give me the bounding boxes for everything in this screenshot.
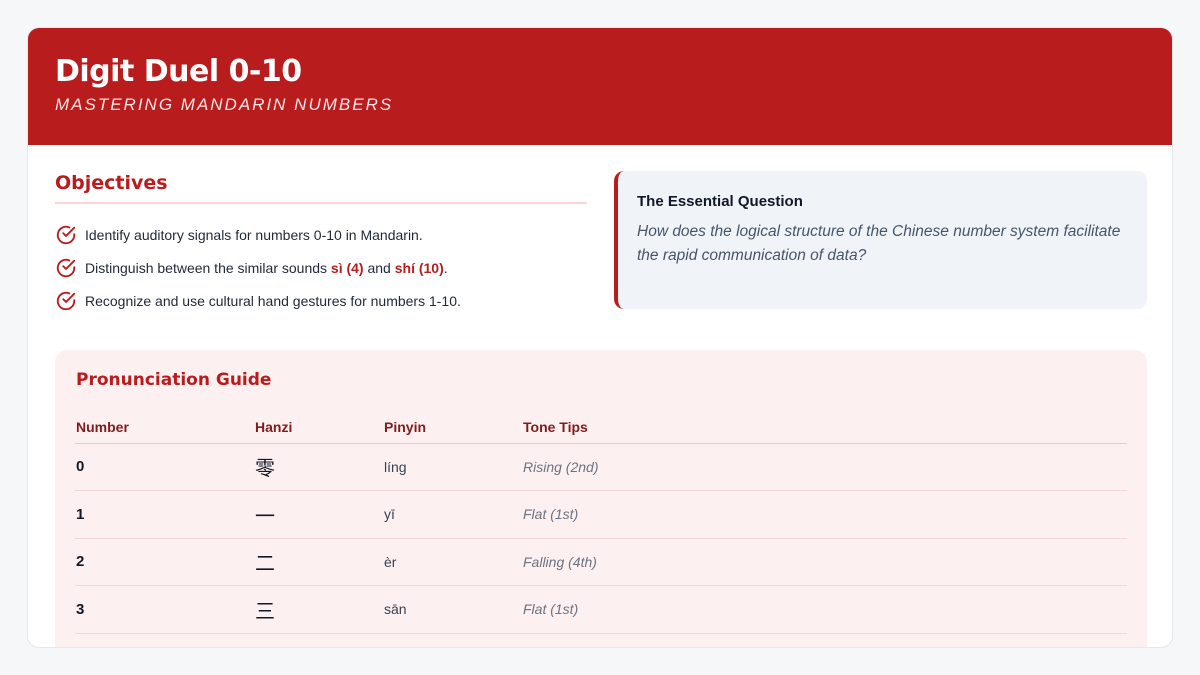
- highlight-si: sì (4): [330, 259, 364, 276]
- cell-hanzi: 四: [254, 633, 383, 647]
- column-header-hanzi: Hanzi: [254, 411, 383, 444]
- cell-hanzi: 三: [254, 585, 383, 634]
- objective-text-part: and: [363, 259, 395, 276]
- table-row: 2 二 èr Falling (4th): [75, 538, 1127, 586]
- lesson-card: Digit Duel 0-10 MASTERING MANDARIN NUMBE…: [27, 27, 1173, 648]
- pronunciation-guide: Pronunciation Guide Number Hanzi Pinyin …: [55, 350, 1147, 647]
- table-row: 3 三 sān Flat (1st): [75, 585, 1127, 634]
- cell-pinyin: èr: [383, 538, 522, 586]
- cell-number: 2: [75, 538, 254, 586]
- table-row: 1 一 yī Flat (1st): [75, 490, 1127, 539]
- cell-number: 3: [75, 585, 254, 634]
- check-circle-icon: [56, 291, 76, 310]
- cell-hanzi: 一: [254, 490, 383, 539]
- cell-pinyin: yī: [383, 490, 522, 539]
- cell-tone-tip: Flat (1st): [522, 490, 1127, 539]
- page-subtitle: MASTERING MANDARIN NUMBERS: [55, 95, 394, 114]
- objective-text: Distinguish between the similar sounds s…: [85, 260, 448, 276]
- objective-text: Recognize and use cultural hand gestures…: [85, 292, 461, 309]
- table-row: 四: [75, 633, 1127, 647]
- highlight-shi: shí (10): [394, 259, 444, 276]
- page-title: Digit Duel 0-10: [55, 54, 302, 89]
- objective-item: Recognize and use cultural hand gestures…: [55, 284, 587, 317]
- cell-number: [75, 633, 254, 647]
- cell-pinyin: sān: [383, 585, 522, 634]
- header-banner: Digit Duel 0-10 MASTERING MANDARIN NUMBE…: [28, 28, 1172, 145]
- cell-tone-tip: Flat (1st): [522, 585, 1127, 634]
- pronunciation-table: Number Hanzi Pinyin Tone Tips 0 零 líng R…: [75, 411, 1127, 647]
- objective-text-part: .: [443, 259, 448, 276]
- table-row: 0 零 líng Rising (2nd): [75, 443, 1127, 491]
- objective-text-part: Distinguish between the similar sounds: [85, 259, 331, 276]
- check-circle-icon: [56, 225, 76, 244]
- essential-question-text: How does the logical structure of the Ch…: [637, 223, 1121, 264]
- cell-pinyin: [383, 633, 522, 647]
- pronunciation-guide-heading: Pronunciation Guide: [76, 370, 272, 390]
- check-circle-icon: [56, 258, 76, 277]
- cell-hanzi: 二: [254, 538, 383, 586]
- cell-hanzi: 零: [254, 443, 383, 491]
- objectives-heading: Objectives: [55, 172, 587, 204]
- objective-item: Identify auditory signals for numbers 0-…: [55, 218, 587, 251]
- objectives-section: Objectives Identify auditory signals for…: [55, 172, 587, 317]
- cell-pinyin: líng: [383, 443, 522, 491]
- objective-item: Distinguish between the similar sounds s…: [55, 251, 587, 284]
- objectives-list: Identify auditory signals for numbers 0-…: [55, 218, 587, 317]
- column-header-tone-tips: Tone Tips: [522, 411, 1127, 444]
- cell-tone-tip: Falling (4th): [522, 538, 1127, 586]
- cell-tone-tip: Rising (2nd): [522, 443, 1127, 491]
- objective-text: Identify auditory signals for numbers 0-…: [85, 226, 423, 243]
- table-header-row: Number Hanzi Pinyin Tone Tips: [75, 411, 1127, 444]
- cell-number: 0: [75, 443, 254, 491]
- cell-tone-tip: [522, 633, 1127, 647]
- column-header-pinyin: Pinyin: [383, 411, 522, 444]
- column-header-number: Number: [75, 411, 254, 444]
- essential-question-title: The Essential Question: [637, 193, 803, 210]
- essential-question-box: The Essential Question How does the logi…: [614, 171, 1147, 309]
- cell-number: 1: [75, 490, 254, 539]
